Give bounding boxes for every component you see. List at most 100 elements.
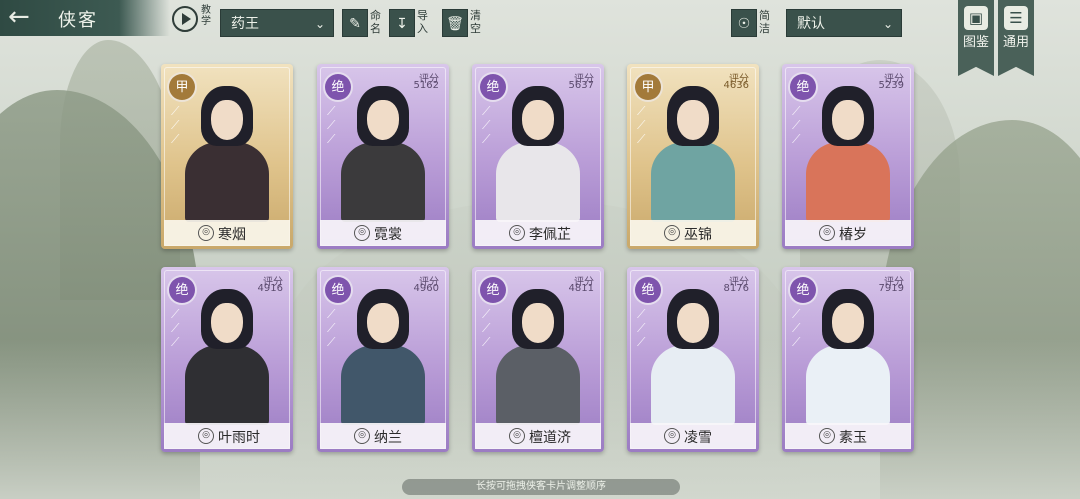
- hero-name: 巫锦: [684, 227, 712, 243]
- gallery-label: 图鉴: [962, 35, 989, 50]
- hero-card[interactable]: 甲 ⟋ ⟋ ⟋ 评分 4636 ◎ 巫锦: [627, 64, 759, 249]
- simple-label: 简洁: [759, 9, 770, 35]
- rank-badge: 绝: [478, 275, 508, 305]
- rank-badge: 绝: [788, 72, 818, 102]
- rank-badge: 绝: [167, 275, 197, 305]
- score-value: 7919: [878, 283, 904, 294]
- sect-emblem-icon: ◎: [198, 428, 214, 444]
- scroll-icon: ☰: [1004, 6, 1028, 30]
- rank-ribbon: ⟋ ⟋ ⟋: [792, 104, 801, 146]
- sect-emblem-icon: ◎: [198, 225, 214, 241]
- rank-ribbon: ⟋ ⟋ ⟋: [327, 307, 336, 349]
- score-value: 4960: [413, 283, 439, 294]
- download-icon: ↧: [389, 9, 415, 37]
- hero-card[interactable]: 绝 ⟋ ⟋ ⟋ 评分 4960 ◎ 纳兰: [317, 267, 449, 452]
- sect-emblem-icon: ◎: [664, 428, 680, 444]
- rank-ribbon: ⟋ ⟋ ⟋: [482, 104, 491, 146]
- chevron-down-icon: ⌄: [314, 17, 325, 31]
- general-label: 通用: [1002, 35, 1029, 50]
- sect-emblem-icon: ◎: [354, 428, 370, 444]
- import-label: 导入: [417, 9, 428, 35]
- name-bar: ◎ 素玉: [785, 423, 911, 449]
- sect-emblem-icon: ◎: [354, 225, 370, 241]
- page-title: 侠客: [58, 10, 98, 31]
- rank-ribbon: ⟋ ⟋ ⟋: [482, 307, 491, 349]
- rank-badge: 绝: [323, 72, 353, 102]
- rank-ribbon: ⟋ ⟋ ⟋: [637, 307, 646, 349]
- rank-badge: 绝: [633, 275, 663, 305]
- rank-ribbon: ⟋ ⟋ ⟋: [637, 104, 646, 146]
- hero-card[interactable]: 绝 ⟋ ⟋ ⟋ 评分 5637 ◎ 李佩芷: [472, 64, 604, 249]
- clear-label: 清空: [470, 9, 481, 35]
- hero-name: 椿岁: [839, 227, 867, 243]
- play-icon: [172, 6, 198, 32]
- trash-icon: 🗑: [442, 9, 468, 37]
- rank-ribbon: ⟋ ⟋ ⟋: [171, 104, 180, 146]
- hero-name: 霓裳: [374, 227, 402, 243]
- sect-emblem-icon: ◎: [664, 225, 680, 241]
- hero-name: 李佩芷: [529, 227, 571, 243]
- score-value: 8176: [723, 283, 749, 294]
- rank-badge: 绝: [323, 275, 353, 305]
- rank-badge: 绝: [478, 72, 508, 102]
- rename-label: 命名: [370, 9, 381, 35]
- eye-hidden-icon: ☉: [731, 9, 757, 37]
- name-bar: ◎ 纳兰: [320, 423, 446, 449]
- hero-name: 素玉: [839, 430, 867, 446]
- back-arrow-icon[interactable]: ←: [8, 4, 48, 32]
- sect-emblem-icon: ◎: [509, 225, 525, 241]
- score-value: 5239: [878, 80, 904, 91]
- hero-name: 纳兰: [374, 430, 402, 446]
- name-bar: ◎ 巫锦: [630, 220, 756, 246]
- hero-card[interactable]: 绝 ⟋ ⟋ ⟋ 评分 7919 ◎ 素玉: [782, 267, 914, 452]
- score-value: 5162: [413, 80, 439, 91]
- hero-card[interactable]: 绝 ⟋ ⟋ ⟋ 评分 4811 ◎ 檀道济: [472, 267, 604, 452]
- rank-badge: 甲: [167, 72, 197, 102]
- book-icon: ▣: [964, 6, 988, 30]
- title-banner: ← 侠客: [0, 0, 170, 36]
- group-select-value: 药王: [231, 16, 259, 32]
- rename-button[interactable]: ✎ 命名: [342, 9, 384, 37]
- tutorial-label: 教学: [201, 5, 211, 27]
- name-bar: ◎ 寒烟: [164, 220, 290, 246]
- score-value: 5637: [568, 80, 594, 91]
- hero-card[interactable]: 绝 ⟋ ⟋ ⟋ 评分 4916 ◎ 叶雨时: [161, 267, 293, 452]
- clear-button[interactable]: 🗑 清空: [442, 9, 484, 37]
- rank-ribbon: ⟋ ⟋ ⟋: [171, 307, 180, 349]
- score-value: 4811: [568, 283, 594, 294]
- hero-name: 檀道济: [529, 430, 571, 446]
- rank-ribbon: ⟋ ⟋ ⟋: [327, 104, 336, 146]
- hero-name: 凌雪: [684, 430, 712, 446]
- sect-emblem-icon: ◎: [509, 428, 525, 444]
- rank-badge: 绝: [788, 275, 818, 305]
- name-bar: ◎ 椿岁: [785, 220, 911, 246]
- hero-card[interactable]: 绝 ⟋ ⟋ ⟋ 评分 5162 ◎ 霓裳: [317, 64, 449, 249]
- gallery-button[interactable]: ▣ 图鉴: [958, 0, 994, 76]
- hero-name: 叶雨时: [218, 430, 260, 446]
- name-bar: ◎ 檀道济: [475, 423, 601, 449]
- sort-select-value: 默认: [797, 16, 825, 32]
- tutorial-button[interactable]: 教学: [170, 4, 216, 36]
- name-bar: ◎ 李佩芷: [475, 220, 601, 246]
- sort-select[interactable]: 默认 ⌄: [786, 9, 902, 37]
- general-button[interactable]: ☰ 通用: [998, 0, 1034, 76]
- hero-card[interactable]: 绝 ⟋ ⟋ ⟋ 评分 5239 ◎ 椿岁: [782, 64, 914, 249]
- hero-name: 寒烟: [218, 227, 246, 243]
- chevron-down-icon: ⌄: [882, 17, 893, 31]
- sect-emblem-icon: ◎: [819, 428, 835, 444]
- top-bar: ← 侠客 教学 药王 ⌄ ✎ 命名 ↧ 导入 🗑 清空 ☉ 简洁 默认 ⌄ ▣ …: [0, 0, 1080, 76]
- hero-card[interactable]: 甲 ⟋ ⟋ ⟋ ◎ 寒烟: [161, 64, 293, 249]
- drag-hint-text: 长按可拖拽侠客卡片调整顺序: [476, 481, 606, 492]
- name-bar: ◎ 霓裳: [320, 220, 446, 246]
- name-bar: ◎ 叶雨时: [164, 423, 290, 449]
- group-select[interactable]: 药王 ⌄: [220, 9, 334, 37]
- rank-badge: 甲: [633, 72, 663, 102]
- hero-card[interactable]: 绝 ⟋ ⟋ ⟋ 评分 8176 ◎ 凌雪: [627, 267, 759, 452]
- rank-ribbon: ⟋ ⟋ ⟋: [792, 307, 801, 349]
- score-value: 4636: [723, 80, 749, 91]
- name-bar: ◎ 凌雪: [630, 423, 756, 449]
- import-button[interactable]: ↧ 导入: [389, 9, 431, 37]
- drag-hint: 长按可拖拽侠客卡片调整顺序: [402, 479, 680, 495]
- simple-view-toggle[interactable]: ☉ 简洁: [731, 9, 777, 37]
- score-value: 4916: [257, 283, 283, 294]
